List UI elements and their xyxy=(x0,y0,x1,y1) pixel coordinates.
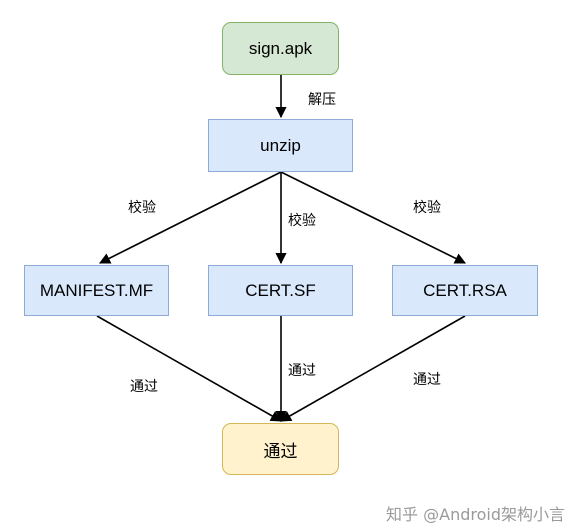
edge-manifest-to-pass xyxy=(96,315,282,422)
cert-sf-node: CERT.SF xyxy=(208,265,353,316)
edge-label-pass-mid: 通过 xyxy=(288,360,316,380)
sign-apk-label: sign.apk xyxy=(248,38,313,58)
watermark: 知乎 @Android架构小言 xyxy=(386,505,565,524)
pass-label: 通过 xyxy=(263,441,298,461)
edge-label-verify-right: 校验 xyxy=(413,197,441,217)
cert-sf-label: CERT.SF xyxy=(245,280,316,300)
cert-rsa-label: CERT.RSA xyxy=(423,280,507,300)
edge-unzip-to-manifest xyxy=(98,171,282,264)
sign-apk-node: sign.apk xyxy=(222,22,339,75)
edge-label-pass-left: 通过 xyxy=(130,376,158,396)
unzip-label: unzip xyxy=(260,135,301,155)
manifest-label: MANIFEST.MF xyxy=(39,280,154,300)
edge-label-pass-right: 通过 xyxy=(413,369,441,389)
pass-node: 通过 xyxy=(222,423,339,475)
manifest-node: MANIFEST.MF xyxy=(24,265,169,316)
edge-label-verify-mid: 校验 xyxy=(288,210,316,230)
cert-rsa-node: CERT.RSA xyxy=(392,265,538,316)
unzip-node: unzip xyxy=(208,119,353,172)
edge-label-unzip: 解压 xyxy=(308,89,336,109)
edge-label-verify-left: 校验 xyxy=(128,197,156,217)
